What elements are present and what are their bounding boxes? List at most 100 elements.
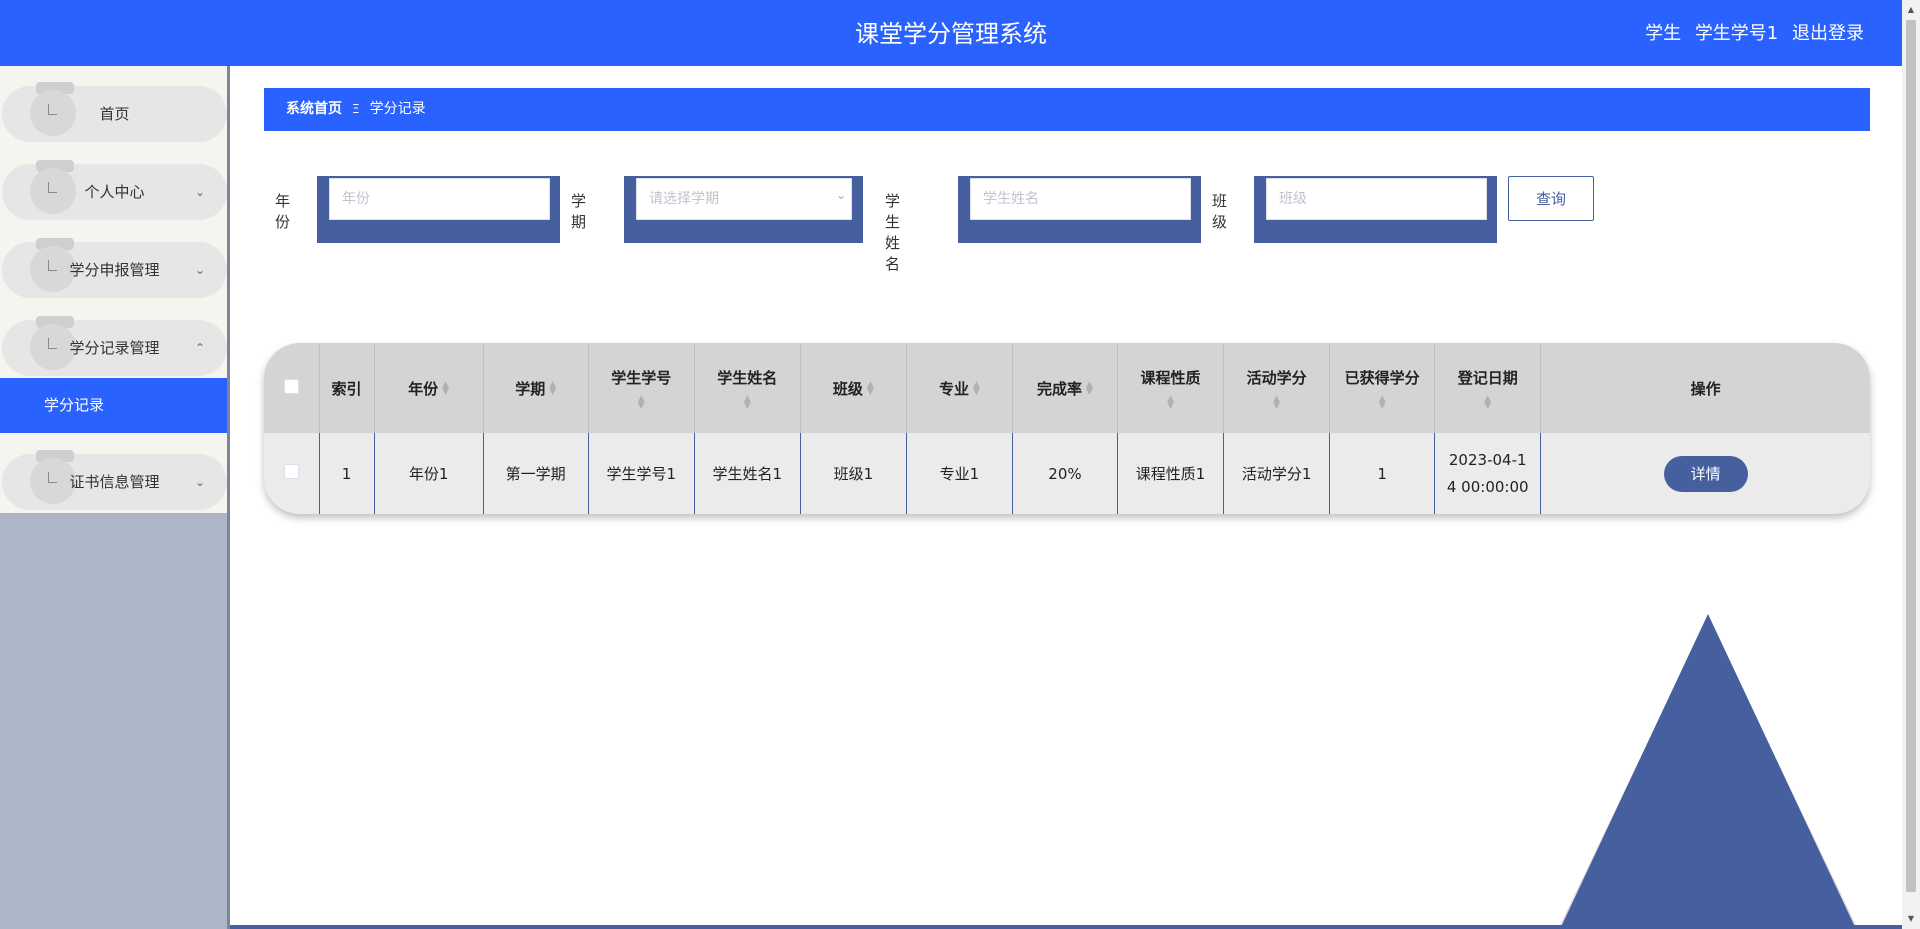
cell-date: 2023-04-1 4 00:00:00 xyxy=(1434,433,1542,514)
student-name-input[interactable] xyxy=(970,178,1191,220)
sidebar-subitem-credit-record[interactable]: 学分记录 xyxy=(0,378,227,433)
top-header: 课堂学分管理系统 学生 学生学号1 退出登录 xyxy=(0,0,1902,66)
cell-student-name: 学生姓名1 xyxy=(694,433,801,514)
table-row: 1 年份1 第一学期 学生学号1 学生姓名1 班级1 专业1 20% 课程性质1… xyxy=(264,433,1870,514)
column-header-label: 年份 xyxy=(408,379,439,398)
cell-year: 年份1 xyxy=(374,433,484,514)
class-field-frame xyxy=(1254,176,1497,243)
column-header: 索引 xyxy=(319,343,375,433)
sort-icon: ▲ ▼ xyxy=(1273,393,1281,411)
page-scrollbar[interactable]: ▲ ▼ xyxy=(1902,0,1920,929)
sort-icon: ▲ ▼ xyxy=(549,380,557,397)
class-label: 班级 xyxy=(1212,192,1228,231)
chevron-down-icon: ⌄ xyxy=(836,188,847,202)
breadcrumb-current: 学分记录 xyxy=(369,101,426,117)
sort-icon: ▲ ▼ xyxy=(743,393,751,411)
date-line: 4 00:00:00 xyxy=(1446,477,1529,496)
row-checkbox[interactable] xyxy=(283,464,299,479)
column-header-label: 完成率 xyxy=(1037,379,1083,398)
breadcrumb-home[interactable]: 系统首页 xyxy=(286,101,342,117)
sidebar-item-home[interactable]: 首页 xyxy=(2,82,227,142)
column-header-earned-credit[interactable]: 已获得学分 ▲ ▼ xyxy=(1329,343,1436,433)
sidebar-item-label: 证书信息管理 xyxy=(69,473,160,491)
year-field-frame xyxy=(317,176,560,243)
column-header-term[interactable]: 学期 ▲ ▼ xyxy=(483,343,589,433)
user-name: 学生学号1 xyxy=(1694,23,1779,44)
cell-earned-credit: 1 xyxy=(1329,433,1436,514)
scroll-up-arrow-icon[interactable]: ▲ xyxy=(1902,2,1920,18)
term-field-frame: ⌄ xyxy=(624,176,863,243)
sidebar-item-credit-records[interactable]: 学分记录管理 ⌃ xyxy=(2,316,227,376)
chevron-down-icon: ⌄ xyxy=(194,185,205,199)
cell-major: 专业1 xyxy=(906,433,1013,514)
column-header-date[interactable]: 登记日期 ▲ ▼ xyxy=(1434,343,1542,433)
column-header-label: 学期 xyxy=(515,379,546,398)
column-header-major[interactable]: 专业 ▲ ▼ xyxy=(906,343,1013,433)
decorative-triangle xyxy=(1560,614,1856,929)
row-select-cell xyxy=(264,433,320,514)
column-header-label: 学生学号 xyxy=(611,368,672,387)
term-label: 学期 xyxy=(571,192,587,231)
select-all-checkbox[interactable] xyxy=(283,378,299,394)
year-label: 年份 xyxy=(275,192,291,231)
cell-class: 班级1 xyxy=(800,433,907,514)
breadcrumb: 系统首页 Ξ 学分记录 xyxy=(264,88,1870,131)
column-header-class[interactable]: 班级 ▲ ▼ xyxy=(800,343,907,433)
scroll-down-arrow-icon[interactable]: ▼ xyxy=(1902,911,1920,927)
chevron-up-icon: ⌃ xyxy=(194,341,205,355)
column-header-course-type[interactable]: 课程性质 ▲ ▼ xyxy=(1117,343,1225,433)
bottom-accent-bar xyxy=(230,925,1902,929)
sort-icon: ▲ ▼ xyxy=(637,393,645,411)
sort-icon: ▲ ▼ xyxy=(1167,393,1174,411)
student-name-label: 学生姓名 xyxy=(885,192,901,273)
column-header-label: 专业 xyxy=(938,379,969,398)
sort-icon: ▲ ▼ xyxy=(1378,393,1386,411)
sidebar-item-label: 学分记录管理 xyxy=(69,339,160,357)
column-header-completion[interactable]: 完成率 ▲ ▼ xyxy=(1012,343,1119,433)
sort-icon: ▲ ▼ xyxy=(1086,380,1093,397)
cell-completion: 20% xyxy=(1012,433,1119,514)
sidebar-item-certificates[interactable]: 证书信息管理 ⌄ xyxy=(2,450,227,510)
column-header-label: 学生姓名 xyxy=(717,368,778,387)
credit-record-table: 索引 年份 ▲ ▼ 学期 ▲ ▼ 学生学号 ▲ ▼ 学生姓名 ▲ ▼ 班级 ▲ ▼ 专业 ▲ ▼ 完成率… xyxy=(264,343,1870,514)
cell-course-type: 课程性质1 xyxy=(1117,433,1225,514)
column-header-activity-credit[interactable]: 活动学分 ▲ ▼ xyxy=(1223,343,1331,433)
sidebar-item-label: 首页 xyxy=(99,105,130,123)
column-header-year[interactable]: 年份 ▲ ▼ xyxy=(374,343,484,433)
sort-icon: ▲ ▼ xyxy=(442,380,450,397)
sidebar-item-credit-application[interactable]: 学分申报管理 ⌄ xyxy=(2,238,227,298)
column-header-label: 已获得学分 xyxy=(1344,368,1420,387)
column-header-student-no[interactable]: 学生学号 ▲ ▼ xyxy=(588,343,695,433)
app-title: 课堂学分管理系统 xyxy=(855,20,1047,48)
sidebar-item-personal-center[interactable]: 个人中心 ⌄ xyxy=(2,160,227,220)
term-select[interactable] xyxy=(636,178,852,220)
logout-link[interactable]: 退出登录 xyxy=(1792,23,1864,44)
class-input[interactable] xyxy=(1266,178,1487,220)
student-name-field-frame xyxy=(958,176,1201,243)
sort-icon: ▲ ▼ xyxy=(1484,393,1492,411)
column-header-label: 班级 xyxy=(832,379,863,398)
sidebar: 首页 个人中心 ⌄ 学分申报管理 ⌄ 学分记录管理 ⌃ 学分记录 证书信息管理 … xyxy=(0,66,230,929)
cell-student-no: 学生学号1 xyxy=(588,433,695,514)
sort-icon: ▲ ▼ xyxy=(866,380,874,397)
sidebar-item-label: 学分申报管理 xyxy=(69,261,160,279)
cell-index: 1 xyxy=(319,433,375,514)
user-role: 学生 xyxy=(1645,23,1682,44)
user-info: 学生 学生学号1 退出登录 xyxy=(1645,0,1864,66)
year-input[interactable] xyxy=(329,178,550,220)
chevron-down-icon: ⌄ xyxy=(194,263,205,277)
column-header-action: 操作 xyxy=(1690,379,1721,398)
cell-action: 详情 xyxy=(1541,433,1870,514)
sidebar-item-label: 个人中心 xyxy=(84,183,145,201)
chevron-down-icon: ⌄ xyxy=(194,475,205,489)
select-all-cell xyxy=(264,343,320,433)
column-header-student-name[interactable]: 学生姓名 ▲ ▼ xyxy=(694,343,801,433)
column-header-label: 活动学分 xyxy=(1246,368,1307,387)
scrollbar-thumb[interactable] xyxy=(1906,20,1916,892)
table-header-row: 索引 年份 ▲ ▼ 学期 ▲ ▼ 学生学号 ▲ ▼ 学生姓名 ▲ ▼ 班级 ▲ ▼ 专业 ▲ ▼ 完成率… xyxy=(264,343,1870,433)
sort-icon: ▲ ▼ xyxy=(972,380,980,397)
cell-term: 第一学期 xyxy=(483,433,589,514)
detail-button[interactable]: 详情 xyxy=(1663,455,1748,492)
column-header-label: 登记日期 xyxy=(1457,368,1518,387)
query-button[interactable]: 查询 xyxy=(1508,176,1594,221)
